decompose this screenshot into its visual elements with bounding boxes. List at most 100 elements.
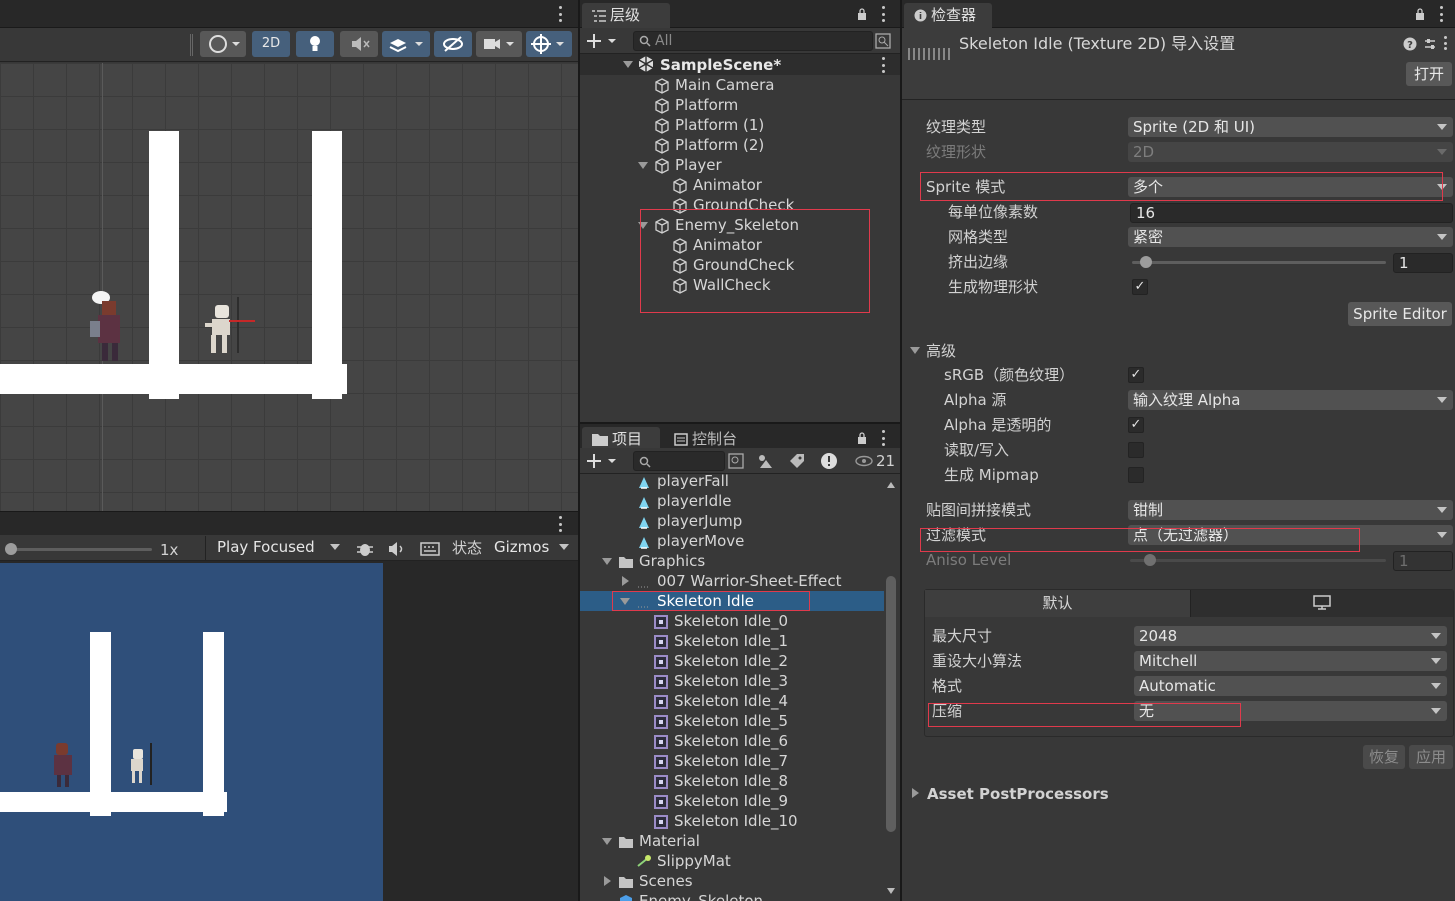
open-button[interactable]: 打开 (1406, 62, 1452, 86)
project-item[interactable]: Skeleton Idle_2 (654, 651, 788, 671)
frame-debugger-icon[interactable] (355, 539, 375, 559)
read-write-checkbox[interactable] (1128, 442, 1144, 458)
inspector-lock-icon[interactable] (1415, 8, 1425, 20)
tree-expand-arrow[interactable] (638, 222, 648, 229)
hierarchy-item[interactable]: Platform (1) (654, 115, 764, 135)
scene-options-icon[interactable] (880, 57, 886, 73)
camera-button[interactable] (476, 31, 522, 57)
filter-mode-dropdown[interactable]: 点（无过滤器） (1128, 525, 1453, 545)
advanced-foldout-arrow[interactable] (910, 347, 920, 354)
tab-platform-default[interactable]: 默认 (925, 590, 1190, 617)
resize-algorithm-dropdown[interactable]: Mitchell (1134, 651, 1447, 671)
hierarchy-item[interactable]: Animator (672, 235, 762, 255)
srgb-checkbox[interactable]: ✓ (1128, 367, 1144, 383)
hierarchy-item[interactable]: WallCheck (672, 275, 771, 295)
search-by-scene-icon[interactable] (728, 453, 744, 469)
project-menu-icon[interactable] (880, 430, 886, 446)
hierarchy-item[interactable]: Platform (2) (654, 135, 764, 155)
project-item[interactable]: Material (618, 831, 700, 851)
project-item[interactable]: SlippyMat (636, 851, 731, 871)
project-item[interactable]: Graphics (618, 551, 705, 571)
search-by-label-icon[interactable] (788, 452, 806, 470)
project-item[interactable]: Skeleton Idle (636, 591, 754, 611)
project-item[interactable]: Skeleton Idle_7 (654, 751, 788, 771)
hierarchy-item[interactable]: GroundCheck (672, 255, 794, 275)
scroll-thumb[interactable] (886, 576, 896, 832)
gizmos-toggle[interactable] (526, 31, 572, 57)
hierarchy-search-input[interactable]: All (633, 31, 873, 51)
project-lock-icon[interactable] (857, 432, 867, 444)
project-scrollbar[interactable] (884, 478, 898, 901)
sprite-editor-button[interactable]: Sprite Editor (1348, 302, 1452, 326)
search-by-type-icon[interactable] (756, 452, 774, 470)
hierarchy-item[interactable]: Player (654, 155, 722, 175)
ppu-input[interactable]: 16 (1130, 203, 1453, 223)
tree-foldout-arrow[interactable] (620, 598, 630, 605)
postprocessors-label[interactable]: Asset PostProcessors (927, 784, 1109, 804)
sprite-mode-dropdown[interactable]: 多个 (1128, 177, 1453, 197)
tree-expand-arrow[interactable] (638, 162, 648, 169)
lighting-toggle[interactable] (296, 31, 334, 57)
tree-foldout-arrow[interactable] (622, 576, 629, 586)
effects-toggle[interactable] (382, 31, 430, 57)
project-item[interactable]: Skeleton Idle_3 (654, 671, 788, 691)
project-search-input[interactable] (633, 451, 725, 471)
keyboard-shortcuts-icon[interactable] (420, 541, 440, 557)
tree-foldout-arrow[interactable] (602, 838, 612, 845)
hidden-objects-toggle[interactable] (434, 31, 472, 57)
tab-platform-standalone[interactable] (1190, 590, 1453, 617)
create-add-button[interactable] (586, 31, 620, 51)
project-item[interactable]: Skeleton Idle_9 (654, 791, 788, 811)
inspector-menu-icon[interactable] (1438, 6, 1444, 22)
extrude-slider-track[interactable] (1132, 261, 1386, 264)
play-mode-dropdown[interactable]: Play Focused (212, 537, 346, 557)
physics-shape-checkbox[interactable]: ✓ (1132, 279, 1148, 295)
search-log-level-icon[interactable] (820, 452, 838, 470)
game-canvas[interactable] (0, 563, 383, 901)
extrude-input[interactable]: 1 (1393, 253, 1453, 273)
project-item[interactable]: Skeleton Idle_10 (654, 811, 798, 831)
game-menu-icon[interactable] (557, 516, 563, 532)
game-scale-slider[interactable] (8, 548, 152, 551)
project-item[interactable]: playerJump (636, 511, 742, 531)
project-item[interactable]: Skeleton Idle_4 (654, 691, 788, 711)
hierarchy-lock-icon[interactable] (857, 8, 867, 20)
hidden-packages-toggle[interactable]: 21 (852, 451, 898, 471)
project-item[interactable]: Skeleton Idle_8 (654, 771, 788, 791)
project-item[interactable]: playerMove (636, 531, 744, 551)
tree-foldout-arrow[interactable] (602, 558, 612, 565)
format-dropdown[interactable]: Automatic (1134, 676, 1447, 696)
project-item[interactable]: Skeleton Idle_0 (654, 611, 788, 631)
scene-expand-arrow[interactable] (623, 61, 633, 68)
generate-mipmap-checkbox[interactable] (1128, 467, 1144, 483)
help-icon[interactable]: ? (1403, 36, 1417, 51)
scroll-down-icon[interactable] (887, 888, 895, 894)
project-item[interactable]: Skeleton Idle_1 (654, 631, 788, 651)
project-item[interactable]: Enemy_Skeleton (618, 891, 763, 901)
hierarchy-item[interactable]: GroundCheck (672, 195, 794, 215)
project-item[interactable]: Scenes (618, 871, 693, 891)
mode-2d-button[interactable]: 2D (252, 31, 290, 57)
alpha-source-dropdown[interactable]: 输入纹理 Alpha (1128, 390, 1453, 410)
preset-settings-icon[interactable] (1423, 36, 1437, 50)
revert-button[interactable]: 恢复 (1363, 745, 1405, 769)
project-create-button[interactable] (586, 451, 620, 471)
hierarchy-menu-icon[interactable] (880, 6, 886, 22)
gizmos-dropdown[interactable]: Gizmos (489, 537, 575, 557)
tab-hierarchy[interactable]: 层级 (582, 3, 670, 28)
alpha-transparency-checkbox[interactable]: ✓ (1128, 417, 1144, 433)
project-item[interactable]: Skeleton Idle_5 (654, 711, 788, 731)
hierarchy-item[interactable]: Animator (672, 175, 762, 195)
draw-mode-button[interactable] (200, 31, 246, 57)
wrap-mode-dropdown[interactable]: 钳制 (1128, 500, 1453, 520)
scene-name[interactable]: SampleScene* (660, 55, 781, 75)
game-scale-knob[interactable] (5, 543, 17, 555)
stats-toggle[interactable]: 状态 (452, 538, 482, 558)
max-size-dropdown[interactable]: 2048 (1134, 626, 1447, 646)
project-item[interactable]: playerIdle (636, 491, 732, 511)
compression-dropdown[interactable]: 无 (1134, 701, 1447, 721)
header-options-icon[interactable] (1442, 36, 1448, 50)
postprocessors-foldout-arrow[interactable] (912, 788, 919, 798)
texture-type-dropdown[interactable]: Sprite (2D 和 UI) (1128, 117, 1453, 137)
hierarchy-item[interactable]: Enemy_Skeleton (654, 215, 799, 235)
